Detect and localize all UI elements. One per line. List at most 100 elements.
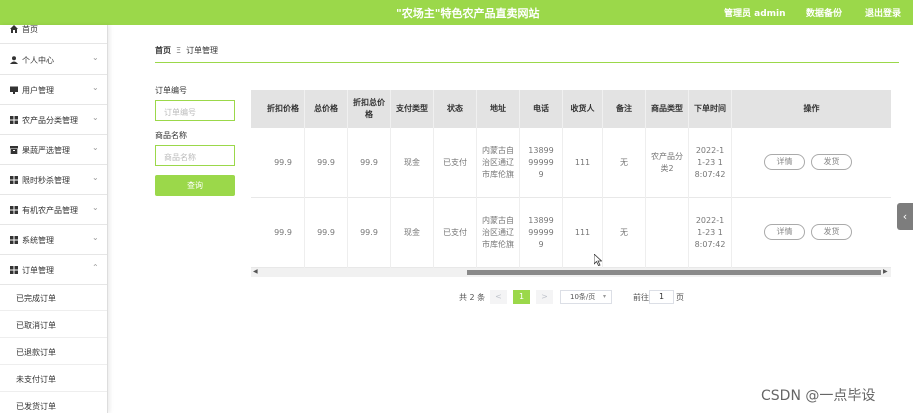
- top-header: "农场主"特色农产品直卖网站 管理员 admin 数据备份 退出登录: [0, 0, 913, 25]
- chevron-left-icon[interactable]: ‹: [897, 203, 913, 230]
- pagination-total: 共 2 条: [459, 293, 486, 302]
- chevron-down-icon: ⌄: [92, 143, 99, 152]
- cell-actions: 详情 发货: [732, 198, 891, 268]
- backup-link[interactable]: 数据备份: [806, 6, 842, 19]
- sidebar-subitem-refunded[interactable]: 已退款订单: [0, 338, 107, 365]
- sidebar-item-flashsale[interactable]: 限时秒杀管理 ⌄: [0, 165, 107, 195]
- cell-pay-type: 现金: [391, 128, 434, 198]
- chevron-down-icon: ⌄: [92, 113, 99, 122]
- cell-discount-price: 99.9: [262, 198, 305, 268]
- user-icon: [10, 56, 18, 64]
- breadcrumb-home[interactable]: 首页: [155, 46, 171, 55]
- breadcrumb-separator-icon: Ξ: [176, 46, 182, 55]
- column-header: 总价格: [305, 90, 348, 128]
- grid-icon: [10, 236, 18, 244]
- sidebar-item-system[interactable]: 系统管理 ⌄: [0, 225, 107, 255]
- order-no-label: 订单编号: [155, 86, 187, 95]
- page-suffix: 页: [676, 293, 684, 302]
- horizontal-scrollbar[interactable]: ◀ ▶: [251, 268, 891, 277]
- page-size-value: 10条/页: [570, 293, 596, 301]
- sidebar-item-organic[interactable]: 有机农产品管理 ⌄: [0, 195, 107, 225]
- table-row: 99.9 99.9 99.9 现金 已支付 内蒙古自治区通辽市库伦旗 13899…: [251, 198, 891, 268]
- prev-page-button[interactable]: <: [490, 290, 507, 304]
- chevron-down-icon: ⌄: [92, 233, 99, 242]
- sidebar-subitem-completed[interactable]: 已完成订单: [0, 284, 107, 311]
- scroll-right-icon[interactable]: ▶: [883, 268, 888, 275]
- monitor-icon: [10, 86, 18, 94]
- chevron-up-icon: ⌃: [92, 263, 99, 272]
- logout-link[interactable]: 退出登录: [865, 6, 901, 19]
- column-header: 备注: [603, 90, 646, 128]
- sidebar-item-fruit[interactable]: 果蔬严选管理 ⌄: [0, 135, 107, 165]
- sidebar-item-label: 限时秒杀管理: [22, 176, 70, 185]
- admin-label: 管理员 admin: [724, 9, 786, 19]
- breadcrumb-divider: [155, 62, 899, 63]
- cell-total-price: 99.9: [305, 198, 348, 268]
- sidebar-subitem-label: 已退款订单: [16, 348, 56, 357]
- goto-label: 前往: [633, 293, 649, 302]
- sidebar-item-label: 订单管理: [22, 266, 54, 275]
- column-header: 折扣价格: [262, 90, 305, 128]
- cell-discount-total: 99.9: [348, 128, 391, 198]
- product-name-input[interactable]: 商品名称: [155, 145, 235, 166]
- cell-status: 已支付: [434, 198, 477, 268]
- grid-icon: [10, 116, 18, 124]
- column-header: 下单时间: [689, 90, 732, 128]
- sidebar-item-label: 首页: [22, 25, 38, 34]
- detail-button[interactable]: 详情: [764, 224, 805, 240]
- table-row: 99.9 99.9 99.9 现金 已支付 内蒙古自治区通辽市库伦旗 13899…: [251, 128, 891, 198]
- chevron-down-icon: ⌄: [92, 83, 99, 92]
- ship-button[interactable]: 发货: [811, 154, 852, 170]
- column-header: 状态: [434, 90, 477, 128]
- column-header: 商品类型: [646, 90, 689, 128]
- sidebar-item-label: 果蔬严选管理: [22, 146, 70, 155]
- sidebar-item-label: 个人中心: [22, 56, 54, 65]
- cell-remark: 无: [603, 198, 646, 268]
- column-header: 操作: [803, 104, 820, 113]
- detail-button[interactable]: 详情: [764, 154, 805, 170]
- cell-product-type: [646, 198, 689, 268]
- grid-icon: [10, 206, 18, 214]
- cell-actions: 详情 发货: [732, 128, 891, 198]
- page-size-select[interactable]: 10条/页 ▾: [560, 290, 612, 304]
- site-title: "农场主"特色农产品直卖网站: [396, 7, 540, 20]
- sidebar-item-personal[interactable]: 个人中心 ⌄: [0, 45, 107, 75]
- column-header: 支付类型: [391, 90, 434, 128]
- sidebar-item-category[interactable]: 农产品分类管理 ⌄: [0, 105, 107, 135]
- scrollbar-thumb[interactable]: [467, 270, 881, 275]
- sidebar-subitem-label: 已发货订单: [16, 402, 56, 411]
- mouse-cursor-icon: [593, 253, 603, 269]
- chevron-down-icon: ⌄: [92, 53, 99, 62]
- cell-pay-type: 现金: [391, 198, 434, 268]
- next-page-button[interactable]: >: [536, 290, 553, 304]
- sidebar-item-orders[interactable]: 订单管理 ⌃: [0, 255, 107, 285]
- sidebar: 首页 个人中心 ⌄ 用户管理 ⌄ 农产品分类管理 ⌄ 果蔬严选管理 ⌄ 限时秒杀…: [0, 25, 108, 413]
- cell-phone: 13899999999: [520, 198, 563, 268]
- ship-button[interactable]: 发货: [811, 224, 852, 240]
- sidebar-subitem-label: 已取消订单: [16, 321, 56, 330]
- cell-discount-price: 99.9: [262, 128, 305, 198]
- page-number-1[interactable]: 1: [513, 290, 530, 304]
- cell-remark: 无: [603, 128, 646, 198]
- cell-address: 内蒙古自治区通辽市库伦旗: [477, 198, 520, 268]
- order-no-input[interactable]: 订单编号: [155, 100, 235, 121]
- watermark-text: CSDN @一点毕设: [761, 388, 876, 404]
- chevron-down-icon: ▾: [603, 293, 607, 300]
- cell-order-time: 2022-11-23 18:07:42: [689, 198, 732, 268]
- scroll-left-icon[interactable]: ◀: [253, 268, 258, 275]
- goto-page-input[interactable]: 1: [649, 290, 674, 304]
- breadcrumb-current: 订单管理: [186, 46, 219, 55]
- grid-icon: [10, 176, 18, 184]
- cell-order-time: 2022-11-23 18:07:42: [689, 128, 732, 198]
- query-button[interactable]: 查询: [155, 175, 235, 196]
- breadcrumb: 首页 Ξ 订单管理: [155, 45, 218, 56]
- column-header: 电话: [520, 90, 563, 128]
- sidebar-item-users[interactable]: 用户管理 ⌄: [0, 75, 107, 105]
- home-icon: [10, 25, 18, 33]
- sidebar-subitem-unpaid[interactable]: 未支付订单: [0, 365, 107, 392]
- sidebar-subitem-shipped[interactable]: 已发货订单: [0, 392, 107, 413]
- sidebar-item-home[interactable]: 首页: [0, 25, 107, 44]
- sidebar-subitem-cancelled[interactable]: 已取消订单: [0, 311, 107, 338]
- cell-address: 内蒙古自治区通辽市库伦旗: [477, 128, 520, 198]
- column-header: 收货人: [563, 90, 603, 128]
